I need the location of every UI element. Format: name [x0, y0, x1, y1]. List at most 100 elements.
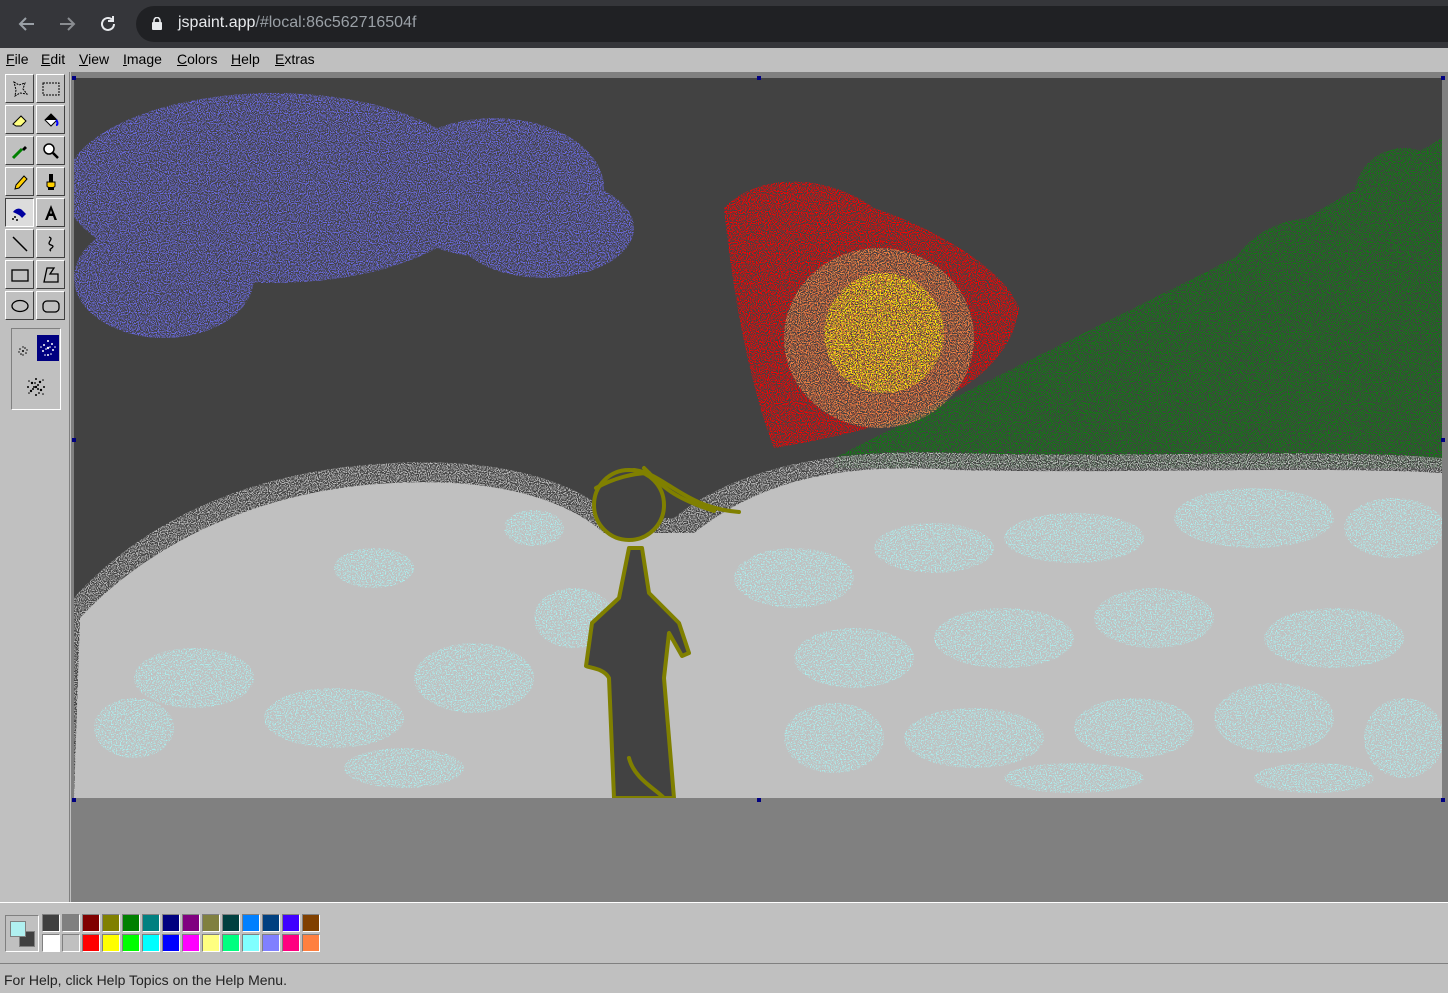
tool-brush[interactable] — [36, 167, 65, 196]
palette-color-swatch[interactable] — [262, 914, 280, 932]
palette-color-swatch[interactable] — [62, 934, 80, 952]
tool-eraser[interactable] — [5, 105, 34, 134]
palette-color-swatch[interactable] — [162, 934, 180, 952]
palette-color-swatch[interactable] — [222, 934, 240, 952]
tool-select[interactable] — [36, 74, 65, 103]
resize-handle-top[interactable] — [757, 76, 761, 80]
polygon-icon — [42, 266, 59, 283]
rectangle-icon — [10, 268, 29, 282]
menu-bar: File Edit View Image Colors Help Extras — [0, 48, 1448, 72]
tool-free-form-select[interactable] — [5, 74, 34, 103]
menu-extras[interactable]: Extras — [275, 51, 315, 67]
palette-color-swatch[interactable] — [142, 914, 160, 932]
toolbox — [0, 72, 70, 902]
line-icon — [11, 235, 28, 252]
reload-icon — [101, 16, 115, 31]
tool-polygon[interactable] — [36, 260, 65, 289]
curve-icon — [47, 235, 54, 252]
resize-handle-top-left[interactable] — [72, 76, 76, 80]
palette-color-swatch[interactable] — [102, 934, 120, 952]
palette-color-swatch[interactable] — [162, 914, 180, 932]
url-path: /#local:86c562716504f — [255, 14, 417, 31]
palette-color-swatch[interactable] — [302, 914, 320, 932]
free-form-select-icon — [12, 80, 28, 97]
rounded-rectangle-icon — [41, 299, 60, 313]
magnifier-icon — [42, 142, 59, 159]
arrow-right-icon — [60, 17, 76, 31]
airbrush-medium-option[interactable] — [37, 335, 59, 361]
palette-color-swatch[interactable] — [42, 934, 60, 952]
tool-line[interactable] — [5, 229, 34, 258]
airbrush-small-option[interactable] — [15, 343, 31, 359]
status-bar: For Help, click Help Topics on the Help … — [0, 963, 1448, 993]
palette-color-swatch[interactable] — [82, 914, 100, 932]
canvas-area — [71, 72, 1448, 902]
airbrush-size-options — [11, 328, 61, 410]
palette-color-swatch[interactable] — [262, 934, 280, 952]
palette-color-swatch[interactable] — [282, 934, 300, 952]
menu-view[interactable]: View — [79, 51, 109, 67]
tool-pick-color[interactable] — [5, 136, 34, 165]
url-text: jspaint.app/#local:86c562716504f — [178, 14, 416, 32]
menu-help[interactable]: Help — [231, 51, 260, 67]
eyedropper-icon — [11, 145, 27, 159]
tool-ellipse[interactable] — [5, 291, 34, 320]
lock-icon — [152, 17, 162, 30]
resize-handle-bottom-left[interactable] — [72, 798, 76, 802]
resize-handle-right[interactable] — [1441, 438, 1445, 442]
palette-color-swatch[interactable] — [62, 914, 80, 932]
palette-color-swatch[interactable] — [142, 934, 160, 952]
url-host: jspaint.app — [178, 14, 256, 31]
color-box — [0, 902, 1448, 962]
palette-color-swatch[interactable] — [182, 914, 200, 932]
back-button[interactable] — [12, 9, 42, 39]
palette-color-swatch[interactable] — [182, 934, 200, 952]
menu-image[interactable]: Image — [123, 51, 162, 67]
address-bar[interactable]: jspaint.app/#local:86c562716504f — [136, 6, 1448, 42]
paint-bucket-icon — [43, 112, 58, 127]
palette-color-swatch[interactable] — [302, 934, 320, 952]
airbrush-medium-spray-icon — [40, 340, 56, 356]
resize-handle-top-right[interactable] — [1441, 76, 1445, 80]
palette-color-swatch[interactable] — [42, 914, 60, 932]
rectangle-select-icon — [42, 82, 59, 95]
status-text: For Help, click Help Topics on the Help … — [4, 972, 287, 988]
tool-rounded-rectangle[interactable] — [36, 291, 65, 320]
tool-magnifier[interactable] — [36, 136, 65, 165]
palette-color-swatch[interactable] — [242, 934, 260, 952]
tool-airbrush[interactable] — [5, 198, 34, 227]
forward-button[interactable] — [52, 9, 82, 39]
palette-color-swatch[interactable] — [242, 914, 260, 932]
reload-button[interactable] — [93, 9, 123, 39]
pencil-icon — [13, 174, 28, 190]
palette-color-swatch[interactable] — [202, 934, 220, 952]
palette-color-swatch[interactable] — [102, 914, 120, 932]
primary-color — [10, 921, 26, 937]
ellipse-icon — [10, 299, 29, 312]
tool-rectangle[interactable] — [5, 260, 34, 289]
airbrush-icon — [11, 208, 26, 221]
resize-handle-bottom[interactable] — [757, 798, 761, 802]
drawing-canvas[interactable] — [71, 78, 1448, 800]
brush-icon — [46, 173, 55, 190]
menu-colors[interactable]: Colors — [177, 51, 217, 67]
resize-handle-left[interactable] — [72, 438, 76, 442]
palette-color-swatch[interactable] — [122, 934, 140, 952]
palette-color-swatch[interactable] — [222, 914, 240, 932]
tool-fill[interactable] — [36, 105, 65, 134]
palette-color-swatch[interactable] — [282, 914, 300, 932]
palette-color-swatch[interactable] — [202, 914, 220, 932]
browser-toolbar: jspaint.app/#local:86c562716504f — [0, 0, 1448, 48]
painting — [71, 78, 1448, 800]
menu-edit[interactable]: Edit — [41, 51, 65, 67]
palette-color-swatch[interactable] — [122, 914, 140, 932]
resize-handle-bottom-right[interactable] — [1441, 798, 1445, 802]
text-icon — [44, 204, 57, 220]
tool-curve[interactable] — [36, 229, 65, 258]
airbrush-large-option[interactable] — [22, 373, 50, 401]
tool-pencil[interactable] — [5, 167, 34, 196]
current-colors[interactable] — [5, 915, 39, 952]
palette-color-swatch[interactable] — [82, 934, 100, 952]
menu-file[interactable]: File — [6, 51, 29, 67]
tool-text[interactable] — [36, 198, 65, 227]
